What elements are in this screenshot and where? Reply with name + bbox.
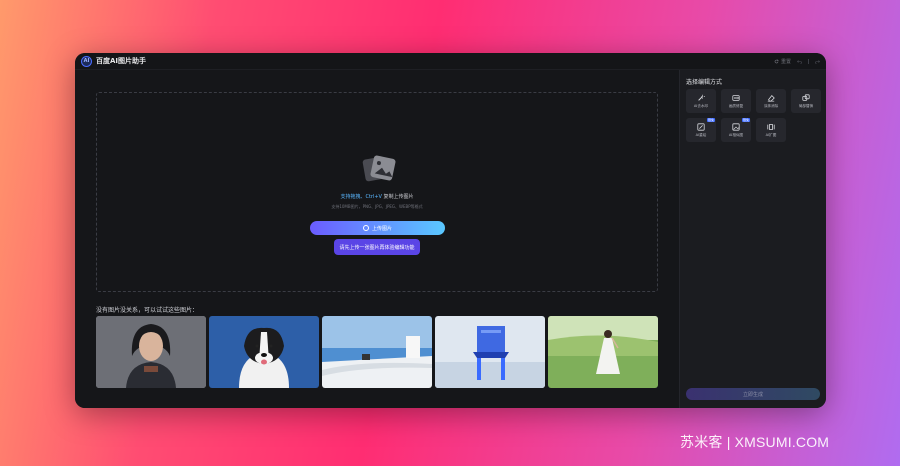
layers-icon [802, 93, 810, 101]
magic-wand-icon [698, 94, 705, 101]
tool-label: AI扩图 [765, 132, 777, 137]
tool-label: 涂抹消除 [763, 103, 779, 108]
refresh-icon [774, 59, 779, 63]
upload-first-tip: 请先上传一张图片再体验编辑功能 [334, 239, 420, 255]
title-bar: AI 百度AI图片助手 重置 [75, 53, 826, 70]
app-logo-icon: AI [81, 55, 92, 67]
free-badge: 限免 [706, 118, 715, 122]
tool-partial-replace[interactable]: 局部替换 [791, 89, 821, 113]
expand-icon [767, 123, 775, 130]
upload-dropzone[interactable]: 支持拖拽、Ctrl+V 复制上传图片 支持10MB图片，PNG、JPG、JPEG… [96, 92, 658, 292]
dropzone-hint-text: 复制上传图片 [381, 194, 414, 200]
upload-label: 上传图片 [371, 225, 392, 232]
sample-image-glass-chair[interactable] [435, 316, 545, 388]
dropzone-hint: 支持拖拽、Ctrl+V 复制上传图片 [97, 193, 657, 200]
titlebar-actions: 重置 [774, 58, 820, 65]
similar-image-icon [732, 122, 740, 131]
tool-label: 画质修复 [728, 103, 744, 108]
toolbar-divider [808, 58, 809, 64]
main-canvas-area: 支持拖拽、Ctrl+V 复制上传图片 支持10MB图片，PNG、JPG、JPEG… [75, 70, 679, 408]
sample-image-woman-portrait[interactable] [96, 316, 206, 388]
tool-ai-redraw[interactable]: 限免 AI重绘 [686, 118, 716, 142]
free-badge: 限免 [741, 118, 750, 122]
sample-image-seaside[interactable] [322, 316, 432, 388]
image-placeholder-icon [362, 155, 396, 182]
edit-panel: 选择编辑方式 AI去水印 画质修复 涂抹消除 局部替换 限免 AI重绘 限免 A… [679, 70, 826, 408]
redo-icon[interactable] [815, 59, 820, 64]
tool-ai-watermark-remove[interactable]: AI去水印 [686, 89, 716, 113]
sample-image-girl-meadow[interactable] [548, 316, 658, 388]
edit-panel-title: 选择编辑方式 [686, 79, 723, 86]
undo-icon[interactable] [797, 59, 802, 64]
tool-quality-repair[interactable]: 画质修复 [721, 89, 751, 113]
tool-label: AI重绘 [695, 132, 707, 137]
app-title: 百度AI图片助手 [96, 57, 147, 65]
app-window: AI 百度AI图片助手 重置 支持拖拽、Ctrl+V 复制上传图片 支持10MB… [75, 53, 826, 408]
reset-label: 重置 [780, 58, 791, 65]
hd-icon [732, 94, 740, 101]
redraw-icon [697, 122, 705, 131]
upload-image-button[interactable]: 上传图片 [310, 221, 445, 235]
site-watermark: 苏米客 | XMSUMI.COM [680, 434, 830, 450]
tool-ai-expand[interactable]: AI扩图 [756, 118, 786, 142]
tool-label: AI去水印 [693, 103, 709, 108]
tool-label: 局部替换 [798, 103, 814, 108]
samples-heading: 没有图片没关系，可以试试这些图片： [96, 307, 199, 314]
eraser-icon [767, 94, 775, 102]
tool-smear-erase[interactable]: 涂抹消除 [756, 89, 786, 113]
edit-tools-grid: AI去水印 画质修复 涂抹消除 局部替换 限免 AI重绘 限免 AI相似图 AI… [686, 89, 826, 142]
upload-icon [362, 225, 369, 231]
tool-ai-similar-image[interactable]: 限免 AI相似图 [721, 118, 751, 142]
sample-image-dog[interactable] [209, 316, 319, 388]
reset-button[interactable]: 重置 [774, 58, 791, 65]
supported-formats: 支持10MB图片，PNG、JPG、JPEG、WEBP等格式 [331, 204, 423, 209]
dropzone-hint-accent: 支持拖拽、Ctrl+V [340, 194, 382, 200]
sample-images [96, 316, 658, 388]
generate-now-button[interactable]: 立即生成 [686, 388, 820, 400]
tool-label: AI相似图 [728, 132, 744, 137]
